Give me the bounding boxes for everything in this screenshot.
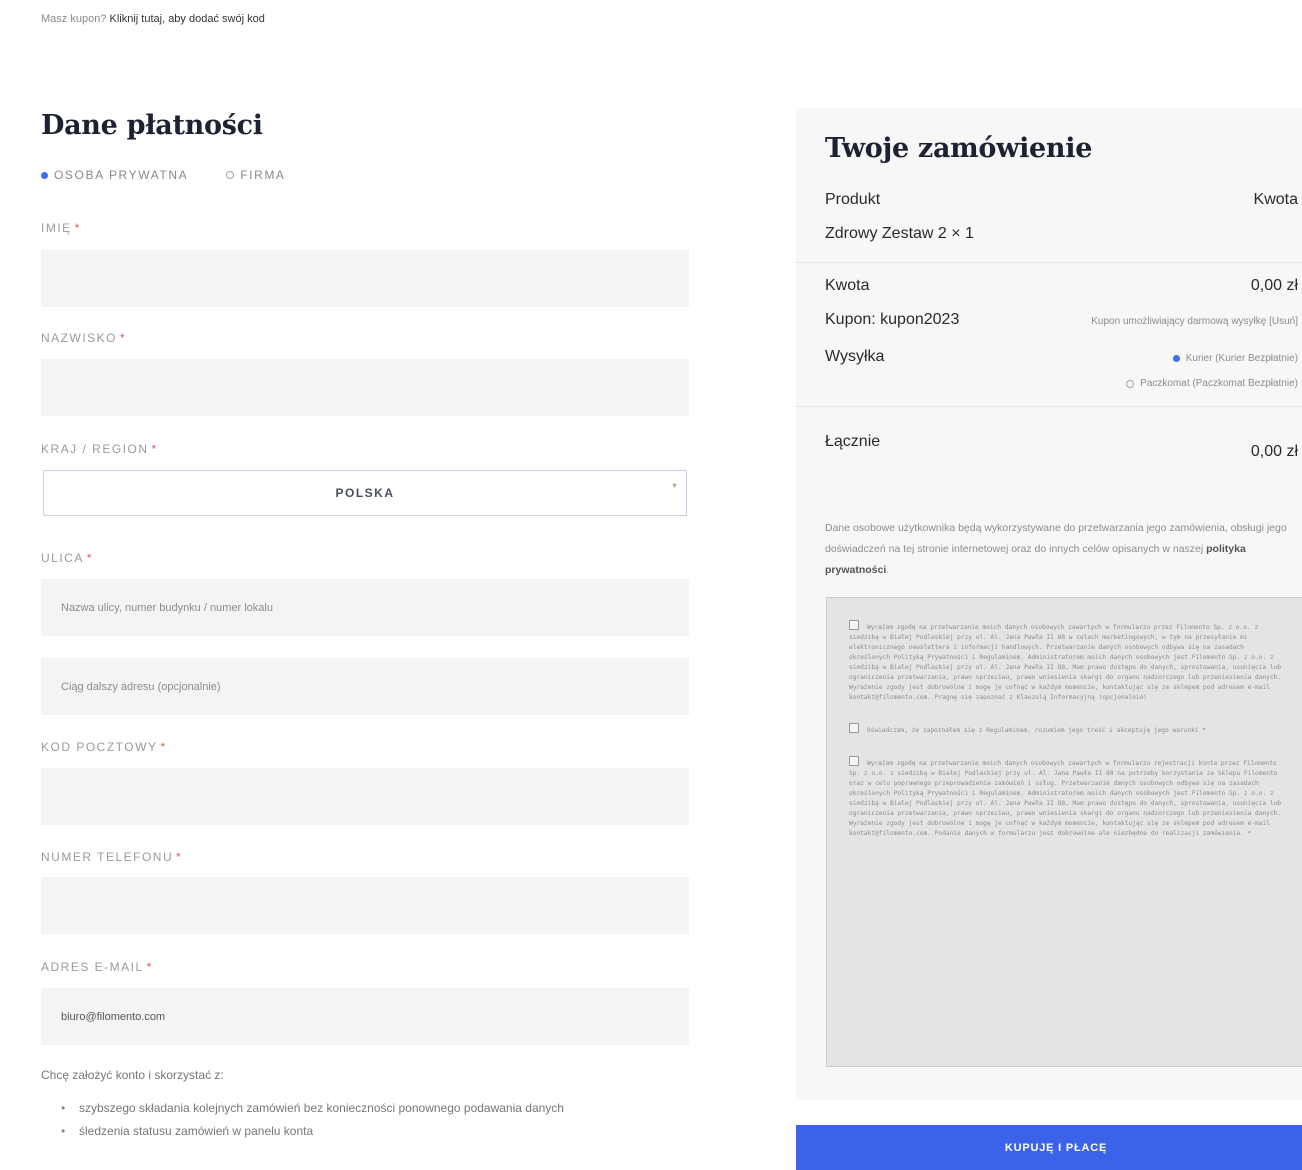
email-input[interactable]: biuro@filomento.com <box>41 988 689 1045</box>
postcode-input[interactable] <box>41 768 689 825</box>
billing-title: Dane płatności <box>41 110 263 141</box>
consent-terms-text: Oświadczam, że zapoznałem się z Regulami… <box>867 727 1206 734</box>
privacy-text-end: . <box>886 564 890 576</box>
radio-selected-icon <box>1172 355 1180 362</box>
coupon-notice: Masz kupon? Kliknij tutaj, aby dodać swó… <box>41 13 265 25</box>
email-label-text: ADRES E-MAIL <box>41 960 144 974</box>
divider <box>796 406 1302 407</box>
first-name-input[interactable] <box>41 250 689 307</box>
country-select-value: POLSKA <box>335 486 395 500</box>
shipping-option-courier[interactable]: Kurier (Kurier Bezpłatnie) <box>1172 353 1298 364</box>
shipping-option-courier-label: Kurier (Kurier Bezpłatnie) <box>1185 353 1298 364</box>
order-title: Twoje zamówienie <box>825 133 1093 164</box>
coupon-label: Kupon: kupon2023 <box>825 311 960 328</box>
account-benefits-list: szybszego składania kolejnych zamówień b… <box>61 1098 691 1144</box>
consent-account-checkbox[interactable] <box>849 756 859 766</box>
coupon-link[interactable]: Kliknij tutaj, aby dodać swój kod <box>110 13 265 25</box>
subtotal-row: Kwota 0,00 zł <box>825 277 1298 295</box>
list-item: śledzenia statusu zamówień w panelu kont… <box>61 1121 691 1141</box>
required-marker: * <box>146 960 153 974</box>
consents-box: Wyrażam zgodę na przetwarzanie moich dan… <box>826 597 1302 1067</box>
required-marker: * <box>151 442 158 456</box>
customer-type-group: OSOBA PRYWATNA FIRMA <box>41 168 286 182</box>
product-column-header: Produkt <box>825 191 881 208</box>
divider <box>796 262 1302 263</box>
amount-column-header: Kwota <box>1253 191 1298 208</box>
total-label: Łącznie <box>825 433 881 450</box>
required-marker: * <box>176 850 183 864</box>
subtotal-value: 0,00 zł <box>1250 277 1298 294</box>
first-name-label: IMIĘ * <box>41 221 81 235</box>
required-marker: * <box>160 740 167 754</box>
order-item-qty: × 1 <box>951 225 974 242</box>
consent-terms: Oświadczam, że zapoznałem się z Regulami… <box>849 723 1283 736</box>
order-header-row: Produkt Kwota <box>825 191 1298 209</box>
shipping-option-parcel-label: Paczkomat (Paczkomat Bezpłatnie) <box>1140 378 1298 389</box>
phone-input[interactable] <box>41 877 689 934</box>
radio-private-person[interactable]: OSOBA PRYWATNA <box>41 168 188 182</box>
order-item-row: Zdrowy Zestaw 2 × 1 <box>825 225 1298 243</box>
radio-unselected-icon <box>226 171 235 179</box>
total-row: Łącznie 0,00 zł <box>825 433 1298 460</box>
required-marker: * <box>120 331 127 345</box>
postcode-label: KOD POCZTOWY * <box>41 740 167 754</box>
street-line2-input[interactable]: Ciąg dalszy adresu (opcjonalnie) <box>41 658 689 715</box>
last-name-label: NAZWISKO * <box>41 331 126 345</box>
consent-marketing-checkbox[interactable] <box>849 620 859 630</box>
coupon-row: Kupon: kupon2023 Kupon umożliwiający dar… <box>825 311 1298 329</box>
phone-label: NUMER TELEFONU * <box>41 850 182 864</box>
coupon-description[interactable]: Kupon umożliwiający darmową wysyłkę [Usu… <box>1091 316 1298 327</box>
required-marker: * <box>86 551 94 565</box>
street-input[interactable]: Nazwa ulicy, numer budynku / numer lokal… <box>41 579 689 636</box>
postcode-label-text: KOD POCZTOWY <box>41 740 158 754</box>
country-label-text: KRAJ / REGION <box>41 442 149 456</box>
country-label: KRAJ / REGION * <box>41 442 158 456</box>
radio-unselected-icon <box>1126 379 1135 388</box>
consent-marketing-text: Wyrażam zgodę na przetwarzanie moich dan… <box>849 624 1282 701</box>
list-item: szybszego składania kolejnych zamówień b… <box>61 1098 691 1118</box>
shipping-label: Wysyłka <box>825 348 885 365</box>
consent-terms-checkbox[interactable] <box>849 723 859 733</box>
order-item-name: Zdrowy Zestaw 2 <box>825 225 947 242</box>
chevron-down-icon: ▾ <box>672 481 678 490</box>
radio-private-person-label: OSOBA PRYWATNA <box>54 168 189 182</box>
coupon-prompt: Masz kupon? <box>41 13 107 25</box>
street-label-text: ULICA <box>41 551 84 565</box>
radio-selected-icon <box>41 171 48 179</box>
subtotal-label: Kwota <box>825 277 870 294</box>
phone-label-text: NUMER TELEFONU <box>41 850 174 864</box>
shipping-option-parcel-locker[interactable]: Paczkomat (Paczkomat Bezpłatnie) <box>1126 378 1298 389</box>
consent-account: Wyrażam zgodę na przetwarzanie moich dan… <box>849 756 1283 839</box>
create-account-note: Chcę założyć konto i skorzystać z: <box>41 1068 224 1082</box>
street-label: ULICA * <box>41 551 93 565</box>
buy-and-pay-button[interactable]: KUPUJĘ I PŁACĘ <box>796 1125 1302 1170</box>
radio-company-label: FIRMA <box>240 168 286 182</box>
email-label: ADRES E-MAIL * <box>41 960 153 974</box>
radio-company[interactable]: FIRMA <box>226 168 285 182</box>
billing-section: Dane płatności OSOBA PRYWATNA FIRMA IMIĘ… <box>41 110 689 1141</box>
first-name-label-text: IMIĘ <box>41 221 72 235</box>
total-value: 0,00 zł <box>1250 443 1298 460</box>
last-name-label-text: NAZWISKO <box>41 331 118 345</box>
privacy-notice: Dane osobowe użytkownika będą wykorzysty… <box>825 518 1287 581</box>
last-name-input[interactable] <box>41 359 689 416</box>
order-summary: Twoje zamówienie Produkt Kwota Zdrowy Ze… <box>796 108 1302 1100</box>
consent-account-text: Wyrażam zgodę na przetwarzanie moich dan… <box>849 760 1282 837</box>
required-marker: * <box>74 221 81 235</box>
consent-marketing: Wyrażam zgodę na przetwarzanie moich dan… <box>849 620 1283 703</box>
country-select[interactable]: POLSKA ▾ <box>43 470 687 516</box>
